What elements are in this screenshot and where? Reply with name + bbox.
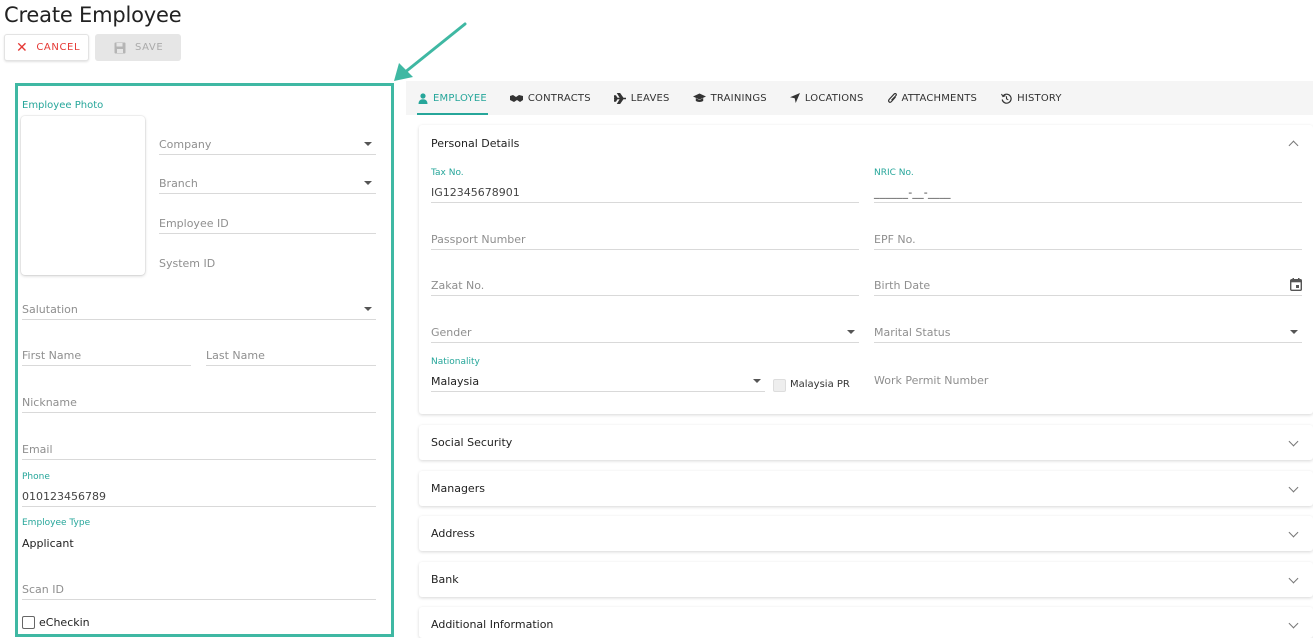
tab-contracts[interactable]: CONTRACTS	[509, 81, 591, 115]
last-name-field[interactable]: Last Name	[206, 344, 376, 366]
branch-select[interactable]: Branch	[159, 172, 376, 194]
save-button[interactable]: SAVE	[95, 34, 181, 61]
caret-down-icon	[364, 181, 372, 185]
personal-details-section: Personal Details Tax No. IG12345678901 N…	[419, 125, 1313, 414]
echeckin-label: eCheckin	[39, 616, 90, 629]
history-icon	[1001, 93, 1012, 104]
nric-no-field[interactable]: NRIC No. ______-__-____	[874, 168, 1302, 203]
employee-type-field[interactable]: Employee Type Applicant	[22, 518, 376, 553]
zakat-no-field[interactable]: Zakat No.	[431, 274, 859, 296]
phone-field[interactable]: Phone 010123456789	[22, 472, 376, 507]
tab-locations[interactable]: LOCATIONS	[789, 81, 864, 115]
tab-employee[interactable]: EMPLOYEE	[417, 81, 488, 115]
tab-attachments[interactable]: ATTACHMENTS	[887, 81, 978, 115]
salutation-select[interactable]: Salutation	[22, 298, 376, 320]
malaysia-pr-checkbox[interactable]	[773, 379, 786, 392]
bank-section[interactable]: Bank	[419, 562, 1313, 597]
chevron-down-icon[interactable]	[1288, 618, 1299, 629]
employee-basic-info-panel: Employee Photo Company Branch Employee I…	[15, 83, 394, 637]
tab-leaves[interactable]: LEAVES	[613, 81, 670, 115]
first-name-field[interactable]: First Name	[22, 344, 191, 366]
employee-id-field[interactable]: Employee ID	[159, 212, 376, 234]
personal-details-title: Personal Details	[431, 137, 520, 150]
page-title: Create Employee	[4, 3, 182, 27]
chevron-down-icon[interactable]	[1288, 527, 1299, 538]
malaysia-pr-label: Malaysia PR	[790, 379, 850, 390]
close-icon: ✕	[16, 39, 29, 56]
chevron-up-icon[interactable]	[1288, 140, 1299, 151]
system-id-field: System ID	[159, 257, 216, 270]
plane-icon	[613, 92, 626, 104]
employee-photo-upload[interactable]	[21, 116, 145, 275]
save-label: SAVE	[135, 42, 164, 53]
birth-date-field[interactable]: Birth Date	[874, 274, 1302, 296]
person-icon	[418, 92, 428, 104]
gender-select[interactable]: Gender	[431, 321, 859, 343]
chevron-down-icon[interactable]	[1288, 482, 1299, 493]
chevron-down-icon[interactable]	[1288, 436, 1299, 447]
passport-number-field[interactable]: Passport Number	[431, 228, 859, 250]
caret-down-icon	[753, 379, 761, 383]
work-permit-number-field[interactable]: Work Permit Number	[874, 368, 1302, 390]
cancel-button[interactable]: ✕ CANCEL	[4, 34, 89, 61]
tab-trainings[interactable]: TRAININGS	[692, 81, 767, 115]
address-section[interactable]: Address	[419, 516, 1313, 551]
nationality-select[interactable]: Nationality Malaysia	[431, 357, 765, 392]
email-field[interactable]: Email	[22, 438, 376, 460]
employee-tabs: EMPLOYEE CONTRACTS LEAVES TRAININGS LOCA…	[406, 81, 1313, 115]
floppy-disk-icon	[114, 42, 126, 53]
calendar-icon[interactable]	[1290, 278, 1302, 291]
company-select[interactable]: Company	[159, 133, 376, 155]
scan-id-field[interactable]: Scan ID	[22, 578, 376, 600]
epf-no-field[interactable]: EPF No.	[874, 228, 1302, 250]
caret-down-icon	[847, 330, 855, 334]
social-security-section[interactable]: Social Security	[419, 425, 1313, 460]
caret-down-icon	[364, 142, 372, 146]
additional-information-section[interactable]: Additional Information	[419, 607, 1313, 638]
nickname-field[interactable]: Nickname	[22, 391, 376, 413]
caret-down-icon	[364, 307, 372, 311]
graduation-cap-icon	[692, 93, 706, 103]
caret-down-icon	[1290, 330, 1298, 334]
tax-no-field[interactable]: Tax No. IG12345678901	[431, 168, 859, 203]
chevron-down-icon[interactable]	[1288, 573, 1299, 584]
location-arrow-icon	[789, 93, 800, 103]
cancel-label: CANCEL	[36, 42, 81, 53]
managers-section[interactable]: Managers	[419, 471, 1313, 506]
employee-photo-label: Employee Photo	[22, 100, 104, 111]
handshake-icon	[509, 94, 523, 103]
tab-history[interactable]: HISTORY	[1001, 81, 1062, 115]
marital-status-select[interactable]: Marital Status	[874, 321, 1302, 343]
echeckin-checkbox[interactable]	[22, 616, 35, 629]
paperclip-icon	[887, 92, 897, 104]
